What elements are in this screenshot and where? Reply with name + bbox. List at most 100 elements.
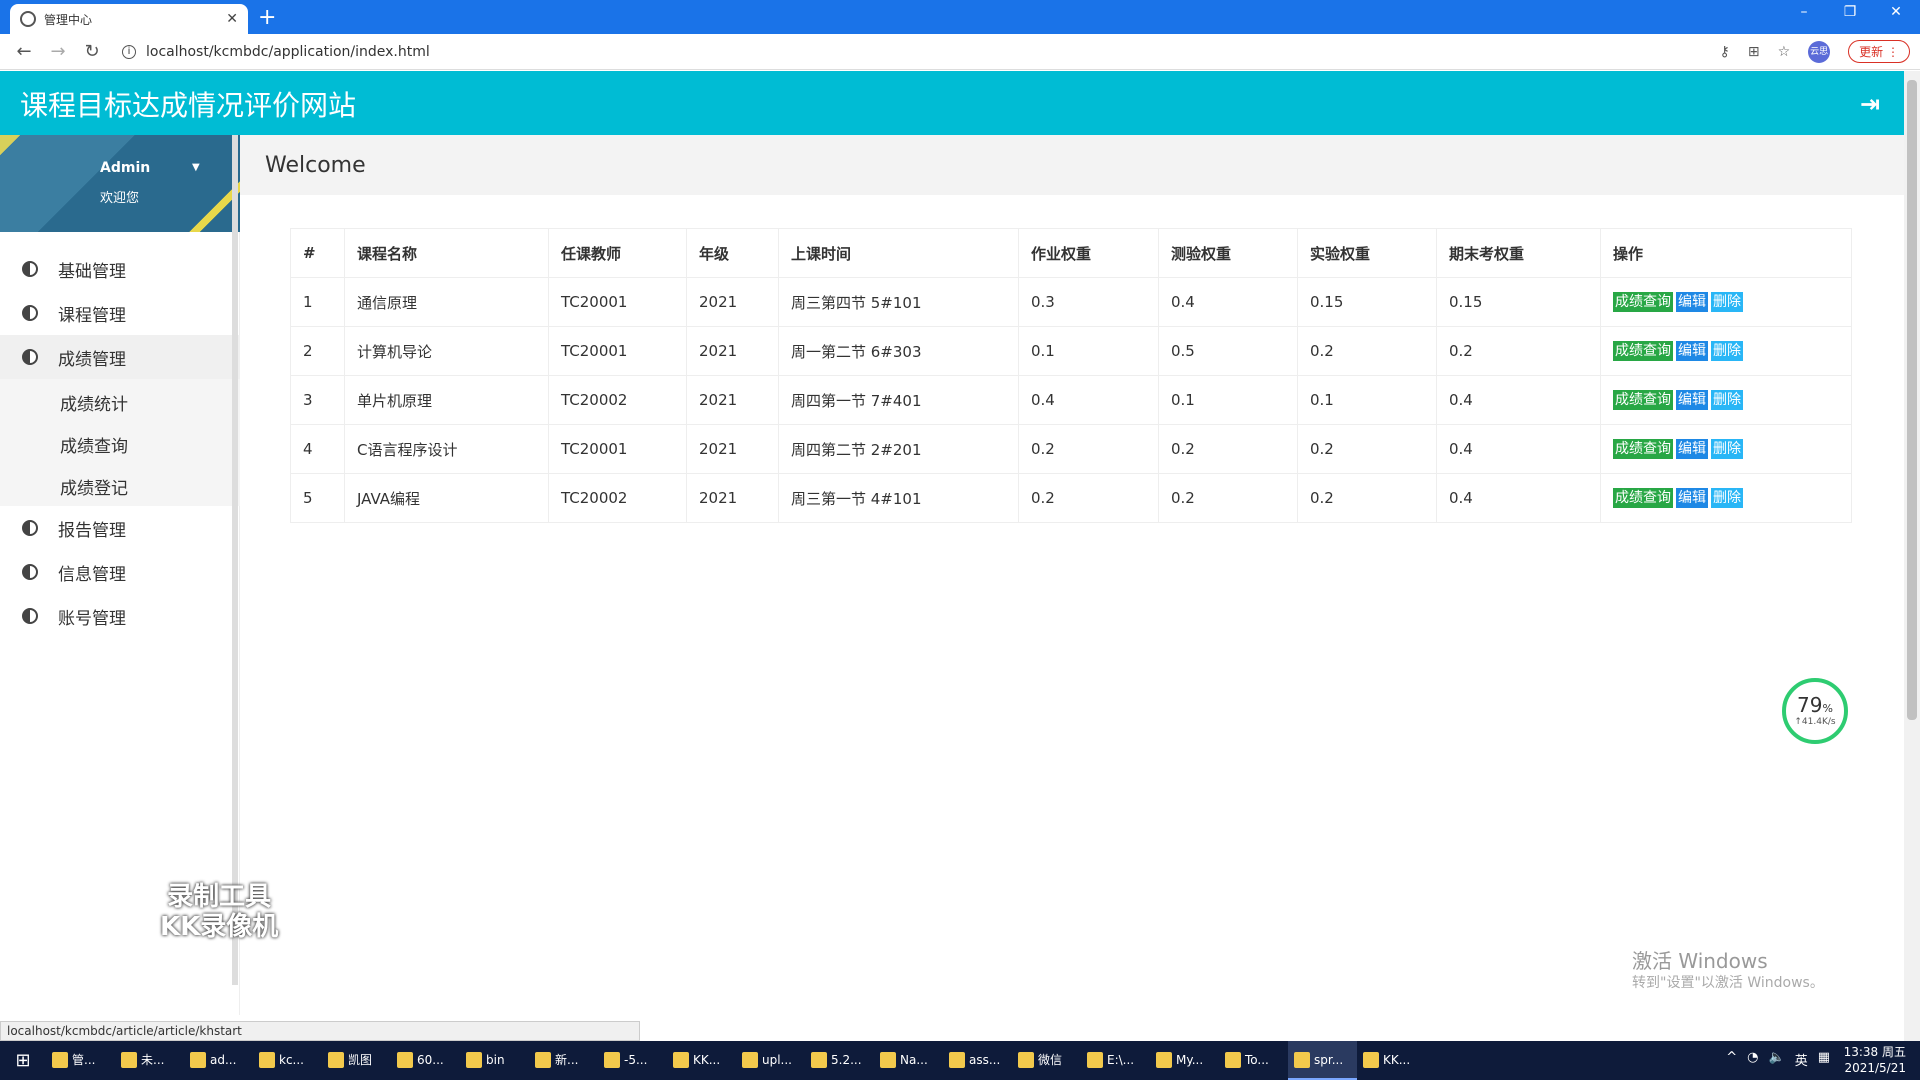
delete-button[interactable]: 删除 xyxy=(1711,341,1743,361)
query-grades-button[interactable]: 成绩查询 xyxy=(1613,292,1673,312)
edit-button[interactable]: 编辑 xyxy=(1676,341,1708,361)
net-percent: 79% xyxy=(1797,693,1833,717)
chevron-up-icon[interactable]: ^ xyxy=(1726,1050,1737,1069)
back-icon[interactable]: ← xyxy=(14,41,34,62)
taskbar-item[interactable]: ass... xyxy=(943,1041,1012,1080)
sidebar-item-label: 基础管理 xyxy=(58,261,126,282)
table-cell: 2021 xyxy=(686,326,779,376)
sidebar-item-report[interactable]: 报告管理 xyxy=(0,506,240,550)
minimize-icon[interactable]: – xyxy=(1784,4,1824,20)
column-header: 实验权重 xyxy=(1297,228,1437,278)
taskbar-item[interactable]: 60... xyxy=(391,1041,460,1080)
sidebar-scrollbar[interactable] xyxy=(232,135,238,985)
page-scrollbar-thumb[interactable] xyxy=(1907,80,1917,720)
taskbar-item[interactable]: My... xyxy=(1150,1041,1219,1080)
delete-button[interactable]: 删除 xyxy=(1711,488,1743,508)
sidebar-item-label: 成绩管理 xyxy=(58,349,126,370)
profile-avatar[interactable]: 云思 xyxy=(1808,40,1831,63)
window-close-icon[interactable]: ✕ xyxy=(1876,4,1916,20)
delete-button[interactable]: 删除 xyxy=(1711,292,1743,312)
forward-icon[interactable]: → xyxy=(48,41,68,62)
star-icon[interactable]: ☆ xyxy=(1778,44,1791,60)
info-icon[interactable]: i xyxy=(122,44,136,59)
table-cell: 0.4 xyxy=(1436,375,1601,425)
welcome-heading: Welcome xyxy=(265,153,366,178)
edit-button[interactable]: 编辑 xyxy=(1676,439,1708,459)
submenu-item-grade-entry[interactable]: 成绩登记 xyxy=(60,474,128,499)
taskbar-item[interactable]: ad... xyxy=(184,1041,253,1080)
taskbar-item[interactable]: 5.2... xyxy=(805,1041,874,1080)
taskbar-item[interactable]: 凯图 xyxy=(322,1041,391,1080)
delete-button[interactable]: 删除 xyxy=(1711,390,1743,410)
submenu-item-grade-query[interactable]: 成绩查询 xyxy=(60,432,128,457)
restore-icon[interactable]: ❐ xyxy=(1830,4,1870,20)
query-grades-button[interactable]: 成绩查询 xyxy=(1613,488,1673,508)
edit-button[interactable]: 编辑 xyxy=(1676,488,1708,508)
taskbar-item[interactable]: kc... xyxy=(253,1041,322,1080)
edit-button[interactable]: 编辑 xyxy=(1676,390,1708,410)
taskbar-item[interactable]: upl... xyxy=(736,1041,805,1080)
app-icon xyxy=(949,1051,965,1068)
actions-cell: 成绩查询 编辑 删除 xyxy=(1600,424,1852,474)
welcome-bar xyxy=(240,135,1904,195)
taskbar-item[interactable]: -5... xyxy=(598,1041,667,1080)
contrast-icon xyxy=(22,305,38,321)
table-cell: 周三第一节 4#101 xyxy=(778,473,1019,523)
caret-down-icon[interactable]: ▼ xyxy=(192,162,200,173)
browser-tab[interactable]: 管理中心 ✕ xyxy=(10,4,248,34)
watermark-line: 录制工具 xyxy=(167,882,272,912)
clock-time: 13:38 周五 xyxy=(1843,1045,1906,1059)
taskbar-item[interactable]: KK... xyxy=(667,1041,736,1080)
sidebar-item-account[interactable]: 账号管理 xyxy=(0,594,240,638)
volume-icon[interactable]: 🔈 xyxy=(1769,1050,1785,1069)
translate-icon[interactable]: ⊞ xyxy=(1748,44,1760,60)
submenu-item-grade-stats[interactable]: 成绩统计 xyxy=(60,390,128,415)
new-tab-icon[interactable]: + xyxy=(258,5,276,30)
sidebar-item-info[interactable]: 信息管理 xyxy=(0,550,240,594)
table-cell: 0.2 xyxy=(1297,424,1437,474)
edit-button[interactable]: 编辑 xyxy=(1676,292,1708,312)
delete-button[interactable]: 删除 xyxy=(1711,439,1743,459)
taskbar-item[interactable]: 微信 xyxy=(1012,1041,1081,1080)
keyboard-icon[interactable]: ▦ xyxy=(1818,1050,1830,1069)
taskbar-item[interactable]: Na... xyxy=(874,1041,943,1080)
reload-icon[interactable]: ↻ xyxy=(82,41,102,62)
taskbar-item-label: ass... xyxy=(969,1052,1001,1067)
system-tray: ^ ◔ 🔈 英 ▦ xyxy=(1726,1050,1830,1069)
taskbar-item[interactable]: E:\... xyxy=(1081,1041,1150,1080)
table-cell: 0.1 xyxy=(1297,375,1437,425)
username[interactable]: Admin xyxy=(100,160,150,176)
update-button[interactable]: 更新 ⋮ xyxy=(1848,40,1910,63)
windows-start-icon[interactable]: ⊞ xyxy=(0,1050,46,1071)
exit-icon[interactable]: ⇥ xyxy=(1860,90,1880,118)
taskbar-item-label: 凯图 xyxy=(348,1053,373,1067)
ime-indicator[interactable]: 英 xyxy=(1795,1050,1808,1069)
query-grades-button[interactable]: 成绩查询 xyxy=(1613,390,1673,410)
taskbar-item[interactable]: spr... xyxy=(1288,1041,1357,1080)
app-icon xyxy=(1225,1051,1241,1068)
key-icon[interactable]: ⚷ xyxy=(1720,44,1730,60)
table-cell: 3 xyxy=(290,375,345,425)
taskbar-item[interactable]: 新... xyxy=(529,1041,598,1080)
net-speed: ↑41.4K/s xyxy=(1794,717,1836,727)
taskbar-clock[interactable]: 13:38 周五 2021/5/21 xyxy=(1844,1044,1906,1076)
query-grades-button[interactable]: 成绩查询 xyxy=(1613,439,1673,459)
table-row: 4 C语言程序设计 TC20001 2021 周四第二节 2#201 0.2 0.2 0.2 0… xyxy=(290,424,1852,474)
network-icon[interactable]: ◔ xyxy=(1747,1050,1758,1069)
taskbar-item-label: bin xyxy=(486,1052,505,1067)
network-speed-widget[interactable]: 79% ↑41.4K/s xyxy=(1782,678,1848,744)
query-grades-button[interactable]: 成绩查询 xyxy=(1613,341,1673,361)
sidebar-item-course[interactable]: 课程管理 xyxy=(0,291,240,335)
close-icon[interactable]: ✕ xyxy=(226,11,238,27)
sidebar-item-grades[interactable]: 成绩管理 xyxy=(0,335,240,379)
sidebar-item-label: 信息管理 xyxy=(58,564,126,585)
table-cell: 0.2 xyxy=(1158,424,1298,474)
sidebar-item-label: 课程管理 xyxy=(58,305,126,326)
taskbar-item[interactable]: bin xyxy=(460,1041,529,1080)
taskbar-item[interactable]: KK... xyxy=(1357,1041,1426,1080)
taskbar-item[interactable]: 未... xyxy=(115,1041,184,1080)
url-field[interactable]: i localhost/kcmbdc/application/index.htm… xyxy=(122,44,430,60)
sidebar-item-basic[interactable]: 基础管理 xyxy=(0,247,240,291)
taskbar-item[interactable]: 管... xyxy=(46,1041,115,1080)
taskbar-item[interactable]: To... xyxy=(1219,1041,1288,1080)
